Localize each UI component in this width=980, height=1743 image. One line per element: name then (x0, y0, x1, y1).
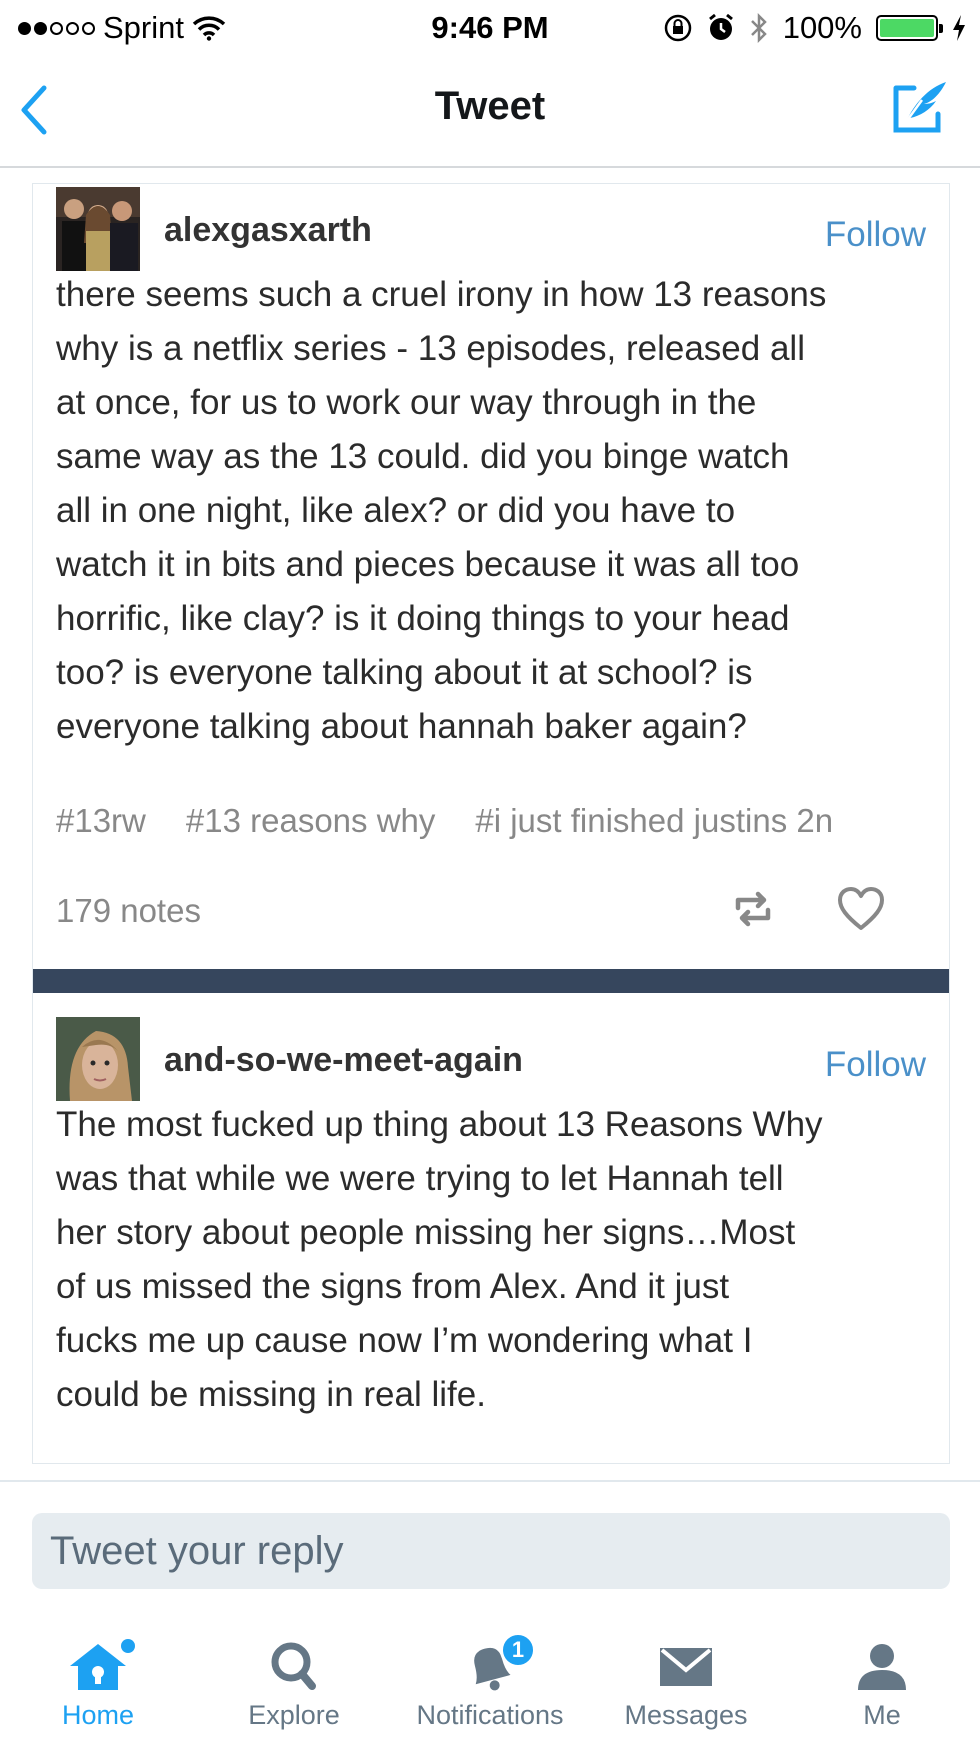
post-body: The most fucked up thing about 13 Reason… (56, 1098, 936, 1422)
battery-icon (876, 15, 943, 41)
tab-notifications[interactable]: 1 Notifications (392, 1632, 588, 1743)
tag-link[interactable]: #13rw (56, 802, 146, 839)
post-divider (33, 969, 949, 993)
post-username[interactable]: alexgasxarth (164, 211, 372, 250)
tab-explore[interactable]: Explore (196, 1638, 392, 1743)
page-title: Tweet (434, 84, 546, 128)
tab-home[interactable]: Home (0, 1638, 196, 1743)
follow-button[interactable]: Follow (825, 215, 926, 255)
post-line: there seems such a cruel irony in how 13… (56, 275, 827, 314)
avatar[interactable] (56, 187, 140, 271)
reply-placeholder: Tweet your reply (50, 1529, 344, 1573)
post-line: horrific, like clay? is it doing things … (56, 599, 790, 638)
tab-bar: Home Explore 1 Notifications Messages Me (0, 1618, 980, 1743)
post-line: her story about people missing her signs… (56, 1213, 796, 1252)
tab-messages[interactable]: Messages (588, 1638, 784, 1743)
home-icon (70, 1639, 135, 1690)
tag-link[interactable]: #i just finished justins 2n (475, 802, 833, 839)
post-line: too? is everyone talking about it at sch… (56, 653, 753, 692)
avatar[interactable] (56, 1017, 140, 1101)
post-username[interactable]: and-so-we-meet-again (164, 1041, 523, 1080)
rotation-lock-icon (664, 14, 691, 42)
compose-icon (893, 82, 946, 133)
post-header: alexgasxarth Follow (56, 187, 926, 271)
post-line: was that while we were trying to let Han… (56, 1159, 784, 1198)
post-header: and-so-we-meet-again Follow (56, 1017, 926, 1101)
heart-icon[interactable] (836, 886, 886, 932)
follow-button[interactable]: Follow (825, 1045, 926, 1085)
bluetooth-icon (750, 12, 767, 44)
tab-label: Explore (248, 1700, 340, 1730)
reply-separator (0, 1480, 980, 1482)
reply-input[interactable]: Tweet your reply (32, 1513, 950, 1589)
post-line: fucks me up cause now I’m wondering what… (56, 1321, 753, 1360)
notification-badge: 1 (500, 1632, 536, 1668)
envelope-icon (660, 1648, 712, 1686)
tab-label: Home (61, 1700, 135, 1730)
tab-label: Notifications (416, 1700, 564, 1730)
post-line: everyone talking about hannah baker agai… (56, 707, 747, 746)
nav-bar: Tweet (0, 56, 980, 168)
tag-list: #13rw #13 reasons why #i just finished jus… (56, 802, 926, 846)
post-line: at once, for us to work our way through … (56, 383, 757, 422)
reblog-icon[interactable] (730, 886, 776, 932)
post-line: could be missing in real life. (56, 1375, 486, 1414)
charging-icon (953, 15, 965, 41)
tab-me[interactable]: Me (784, 1638, 980, 1743)
tab-label: Me (863, 1700, 901, 1730)
post-line: watch it in bits and pieces because it w… (56, 545, 800, 584)
alarm-icon (708, 13, 733, 40)
post-body: there seems such a cruel irony in how 13… (56, 268, 936, 754)
post-footer: 179 notes (56, 886, 926, 936)
tab-label: Messages (624, 1700, 748, 1730)
person-icon (858, 1644, 906, 1690)
battery-percent: 100% (782, 10, 862, 45)
post-line: why is a netflix series - 13 episodes, r… (56, 329, 805, 368)
post-line: of us missed the signs from Alex. And it… (56, 1267, 730, 1306)
status-bar: Sprint 9:46 PM 100% (0, 0, 980, 56)
tag-link[interactable]: #13 reasons why (186, 802, 435, 839)
post-line: The most fucked up thing about 13 Reason… (56, 1105, 823, 1144)
post-line: all in one night, like alex? or did you … (56, 491, 736, 530)
embedded-post-card[interactable]: alexgasxarth Follow there seems such a c… (32, 183, 950, 1464)
status-right: 100% (663, 8, 966, 48)
notes-count[interactable]: 179 notes (56, 892, 201, 930)
compose-button[interactable] (888, 74, 952, 138)
search-icon (271, 1642, 316, 1690)
post-line: same way as the 13 could. did you binge … (56, 437, 790, 476)
